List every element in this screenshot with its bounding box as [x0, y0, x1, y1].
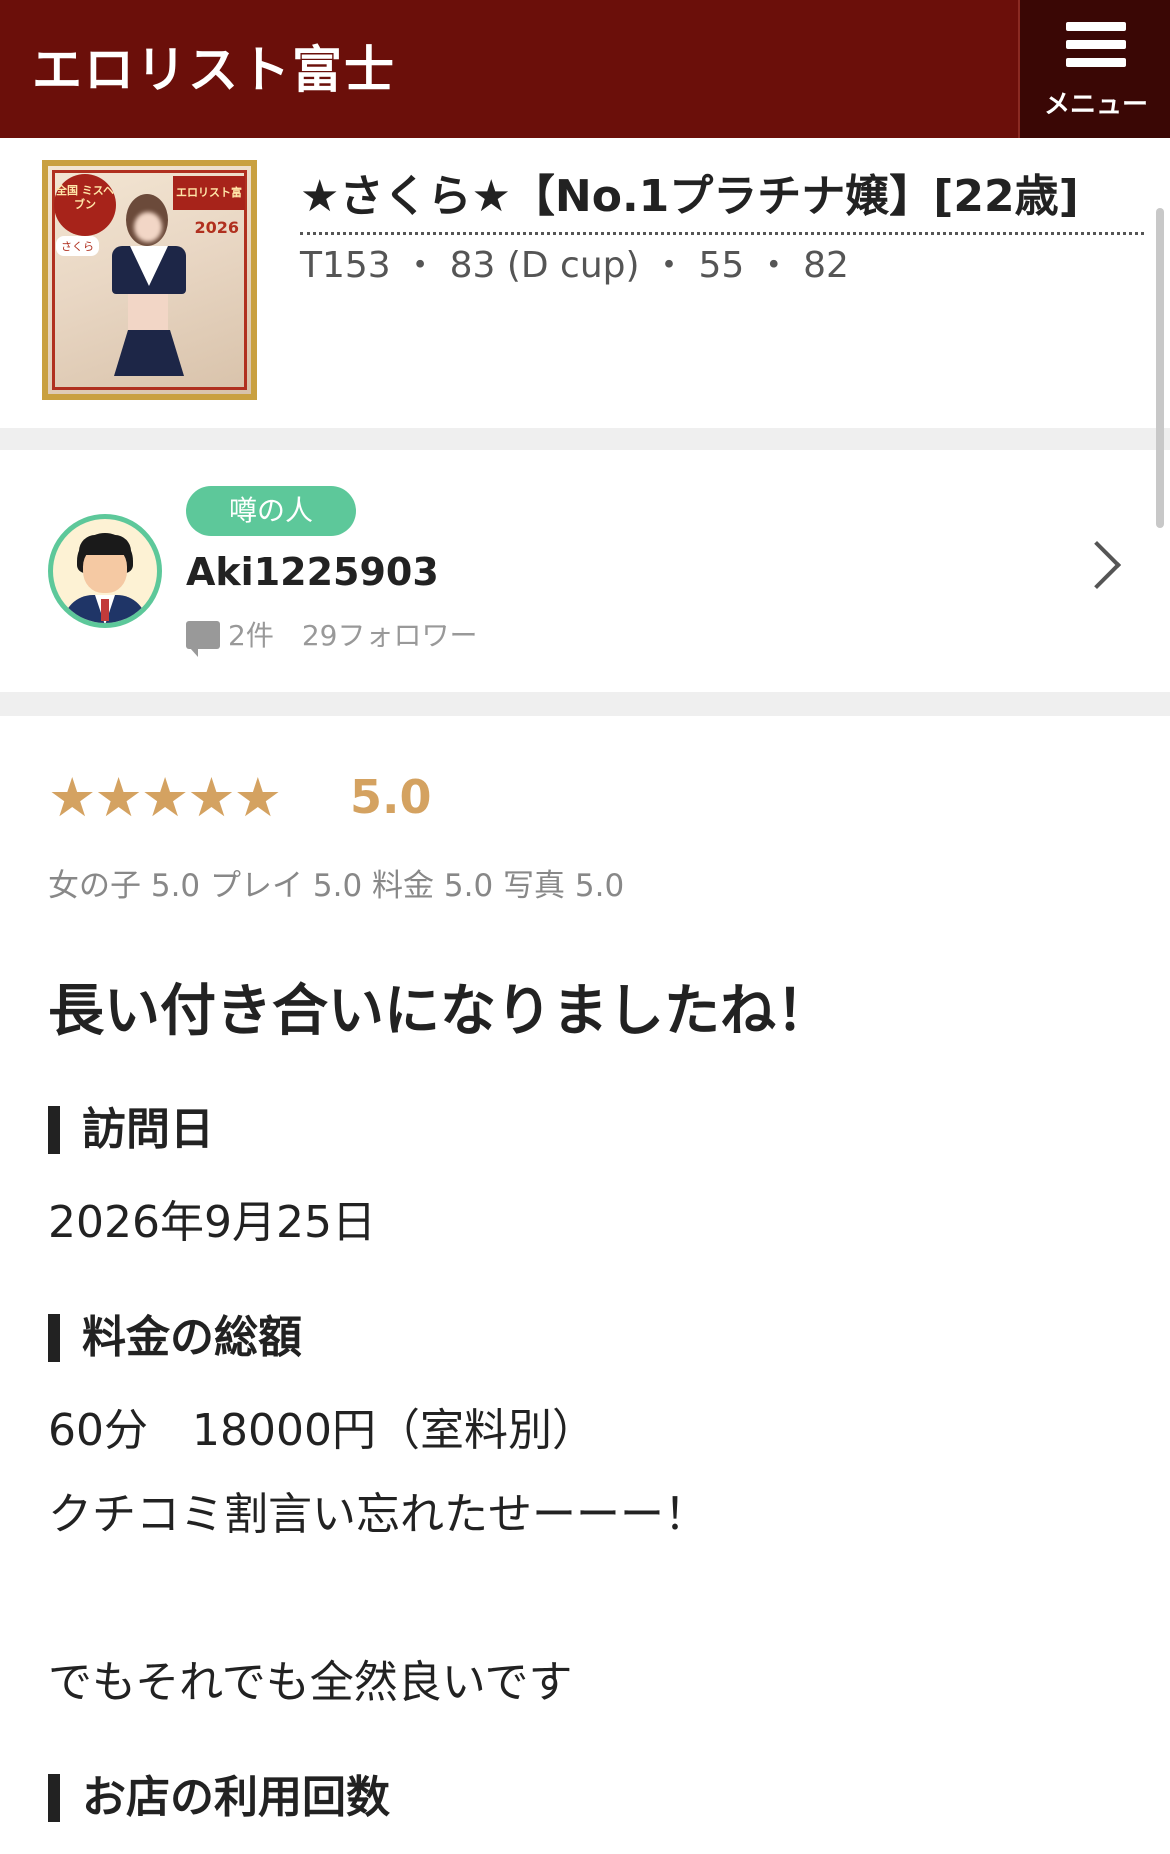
overall-score: 5.0 — [350, 770, 432, 824]
section-heading-visit-count: お店の利用回数 — [48, 1774, 390, 1822]
app-header: エロリスト富士 メニュー — [0, 0, 1170, 138]
reviewer-name: Aki1225903 — [186, 550, 439, 594]
girl-profile-card[interactable]: 全国 ミスヘブン エロリスト富士 2026 さくら ★さくら★【No.1プラチナ… — [0, 138, 1170, 428]
section-divider — [0, 428, 1170, 450]
site-title[interactable]: エロリスト富士 — [32, 30, 396, 102]
girl-photo-figure — [106, 186, 186, 394]
price-line-4: でもそれでも全然良いです — [48, 1657, 573, 1708]
star-rating-icon: ★★★★★ — [48, 766, 282, 829]
girl-name-link[interactable]: ★さくら★【No.1プラチナ嬢】[22歳] — [300, 160, 1144, 235]
sub-scores: 女の子 5.0 プレイ 5.0 料金 5.0 写真 5.0 — [48, 868, 625, 904]
comment-icon — [186, 621, 220, 657]
thumb-name-tag: さくら — [56, 236, 99, 256]
scrollbar[interactable] — [1156, 208, 1164, 528]
section-heading-total-price: 料金の総額 — [48, 1314, 302, 1362]
menu-label: メニュー — [1043, 90, 1148, 120]
miss-heaven-badge: 全国 ミスヘブン — [54, 174, 116, 236]
visit-date-value: 2026年9月25日 — [48, 1197, 376, 1248]
reviewer-row[interactable]: 噂の人 Aki1225903 2件 29フォロワー — [0, 450, 1170, 690]
review-title: 長い付き合いになりましたね！ — [48, 979, 832, 1044]
girl-specs: T153 ・ 83 (D cup) ・ 55 ・ 82 — [300, 245, 849, 286]
section-divider — [0, 692, 1170, 716]
girl-thumbnail[interactable]: 全国 ミスヘブン エロリスト富士 2026 さくら — [42, 160, 257, 400]
avatar — [48, 514, 162, 628]
section-heading-visit-date: 訪問日 — [48, 1106, 214, 1154]
menu-button[interactable]: メニュー — [1018, 0, 1170, 138]
reviewer-stats: 2件 29フォロワー — [228, 619, 478, 652]
reviewer-rank-badge: 噂の人 — [186, 486, 356, 536]
reviewer-meta: 2件 29フォロワー — [186, 614, 478, 657]
hamburger-icon — [1066, 22, 1126, 76]
thumb-year: 2026 — [194, 218, 239, 237]
price-line-2: クチコミ割言い忘れたせーーー！ — [48, 1489, 708, 1540]
chevron-right-icon[interactable] — [1072, 540, 1122, 590]
price-line-1: 60分 18000円（室料別） — [48, 1405, 596, 1456]
shop-logo-badge: エロリスト富士 — [173, 176, 245, 233]
